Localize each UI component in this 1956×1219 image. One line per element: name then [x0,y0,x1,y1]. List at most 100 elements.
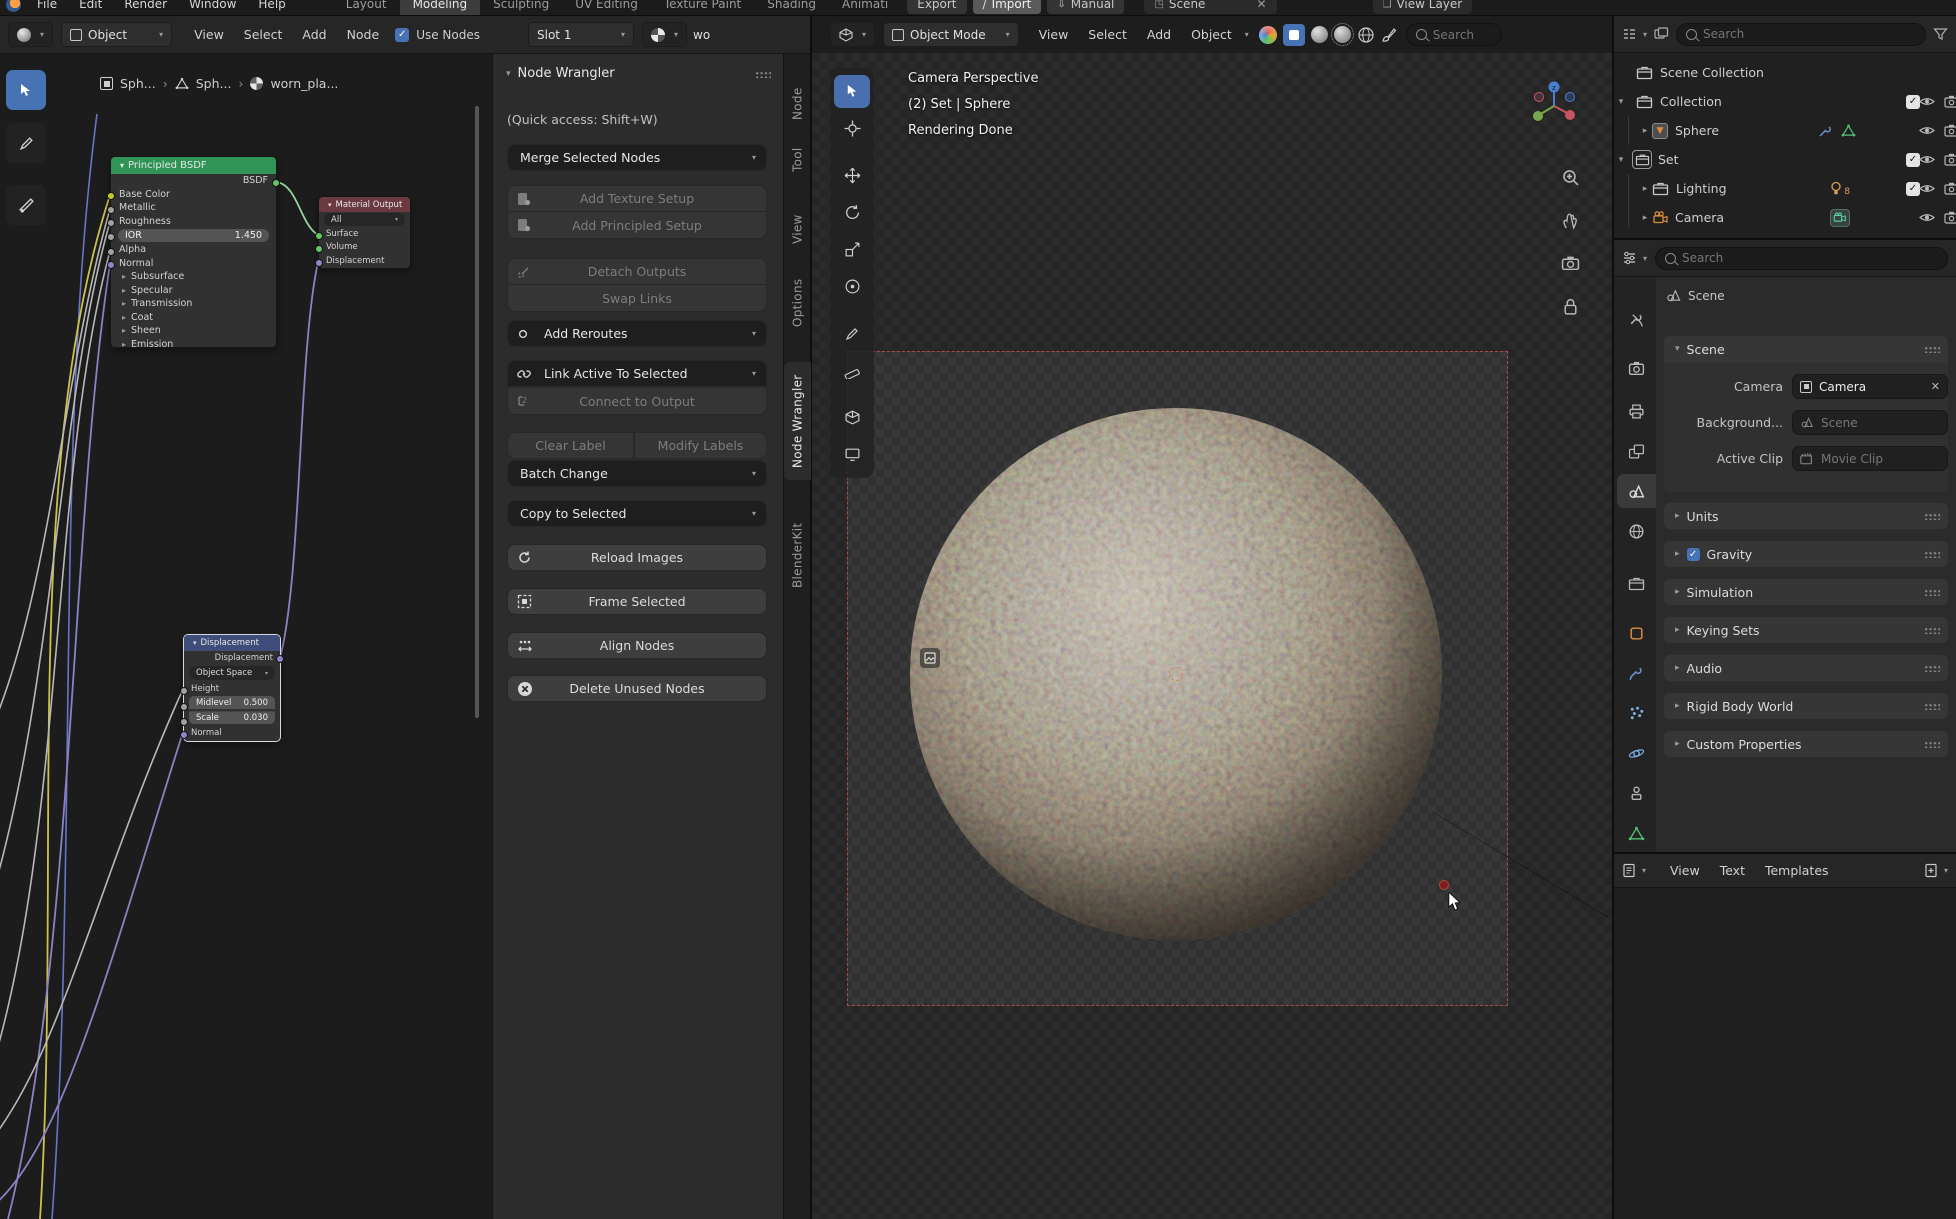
viewport-search[interactable] [1406,23,1502,46]
tab-node-wrangler[interactable]: Node Wrangler [784,362,811,480]
filter-icon[interactable] [1933,27,1948,41]
copy-to-selected-dropdown[interactable]: Copy to Selected▾ [507,500,767,527]
properties-search-input[interactable] [1682,251,1832,265]
menu-edit[interactable]: Edit [68,0,113,11]
tab-modifiers[interactable] [1617,656,1656,690]
socket-base-color[interactable] [107,192,115,200]
tab-particles[interactable] [1617,696,1656,730]
tab-view[interactable]: View [784,206,811,252]
tab-world[interactable] [1617,514,1656,548]
workspace-animation[interactable]: Animati [829,0,901,15]
midlevel-field[interactable]: Midlevel0.500 [189,696,275,709]
hide-eye-icon[interactable] [1919,124,1935,137]
socket-disp-normal[interactable] [180,731,188,739]
panel-specular[interactable]: ▸Specular [111,284,276,298]
panel-subsurface[interactable]: ▸Subsurface [111,270,276,284]
panel-rigid-body-world[interactable]: ▸Rigid Body World [1664,693,1948,719]
delete-unused-nodes-button[interactable]: Delete Unused Nodes [507,675,767,702]
tool-cursor[interactable] [834,112,870,145]
outliner-row-scene-collection[interactable]: Scene Collection [1614,58,1956,87]
image-marker-icon[interactable] [920,648,940,668]
tool-add-cube[interactable] [834,401,870,434]
background-field[interactable]: Scene [1792,410,1948,435]
gravity-checkbox[interactable]: ✓ [1687,548,1700,561]
panel-keying-sets[interactable]: ▸Keying Sets [1664,617,1948,643]
tool-annotate[interactable] [834,317,870,350]
panel-grip[interactable] [1923,345,1940,353]
tool-move[interactable] [834,159,870,192]
add-principled-setup-button[interactable]: Add Principled Setup [507,212,767,239]
panel-audio[interactable]: ▸Audio [1664,655,1948,681]
export-button[interactable]: Export [907,0,966,14]
shading-solid-toggle[interactable] [1283,24,1305,46]
tab-constraints[interactable] [1617,776,1656,810]
mode-dropdown[interactable]: Object Mode ▾ [883,22,1019,47]
socket-scale[interactable] [180,718,188,726]
menu-add[interactable]: Add [292,27,336,42]
active-clip-field[interactable]: Movie Clip [1792,446,1948,471]
add-texture-setup-button[interactable]: Add Texture Setup [507,185,767,212]
socket-roughness[interactable] [107,219,115,227]
outliner-row-sphere[interactable]: ▸ ▼ Sphere [1614,116,1956,145]
tab-collection[interactable] [1617,566,1656,600]
editor-type-viewport-button[interactable]: ▾ [830,22,875,47]
camera-field[interactable]: Camera ✕ [1792,374,1948,399]
workspace-uv-editing[interactable]: UV Editing [562,0,651,15]
editor-type-shader-button[interactable]: ▾ [8,22,53,47]
tool-links-cut[interactable] [6,185,46,225]
expand-icon[interactable]: ▾ [1614,97,1628,107]
camera-view-icon[interactable] [1561,254,1580,273]
render-camera-icon[interactable] [1944,211,1956,224]
new-text-button[interactable]: ▾ [1924,863,1948,878]
panel-sheen[interactable]: ▸Sheen [111,324,276,338]
menu-help[interactable]: Help [247,0,296,11]
outliner-row-set[interactable]: ▾ Set ✓ [1614,145,1956,174]
tool-annotate[interactable] [6,123,46,163]
browse-material-button[interactable]: ▾ [642,22,687,47]
exclude-checkbox[interactable]: ✓ [1906,95,1920,109]
workspace-shading[interactable]: Shading [754,0,829,15]
tab-node[interactable]: Node [784,75,811,133]
tab-view-layer[interactable] [1617,434,1656,468]
exclude-checkbox[interactable]: ✓ [1906,182,1920,196]
socket-surface[interactable] [315,232,323,240]
socket-metallic[interactable] [107,206,115,214]
ted-menu-text[interactable]: Text [1710,863,1755,878]
output-target-dropdown[interactable]: All▾ [324,213,405,226]
tab-tool[interactable] [1617,303,1656,337]
outliner-row-collection[interactable]: ▾ Collection ✓ [1614,87,1956,116]
link-active-to-selected-dropdown[interactable]: Link Active To Selected▾ [507,360,767,387]
menu-render[interactable]: Render [113,0,178,11]
socket-midlevel[interactable] [180,703,188,711]
expand-icon[interactable]: ▾ [1614,155,1628,165]
panel-title[interactable]: Node Wrangler [518,66,615,81]
socket-ior[interactable] [107,233,115,241]
node-principled-bsdf[interactable]: ▾Principled BSDF BSDF Base Color Metalli… [110,156,277,348]
tab-output[interactable] [1617,394,1656,428]
socket-displacement-in[interactable] [315,259,323,267]
add-reroutes-dropdown[interactable]: Add Reroutes▾ [507,320,767,347]
hide-eye-icon[interactable] [1919,182,1935,195]
socket-volume[interactable] [315,245,323,253]
manual-button[interactable]: ⇩Manual [1047,0,1124,14]
socket-height[interactable] [180,687,188,695]
exclude-checkbox[interactable]: ✓ [1906,153,1920,167]
tab-physics[interactable] [1617,736,1656,770]
shading-material-icon[interactable] [1334,26,1351,43]
align-nodes-button[interactable]: Align Nodes [507,632,767,659]
clear-icon[interactable]: ✕ [1931,380,1940,393]
navigation-gizmo[interactable]: z [1526,78,1582,134]
render-camera-icon[interactable] [1944,182,1956,195]
shading-solid-icon[interactable] [1311,26,1328,43]
reload-images-button[interactable]: Reload Images [507,544,767,571]
tool-extra[interactable] [834,438,870,471]
render-camera-icon[interactable] [1944,124,1956,137]
slot-dropdown[interactable]: Slot 1▾ [528,22,634,47]
workspace-layout[interactable]: Layout [333,0,400,15]
tab-scene[interactable] [1617,474,1656,508]
ior-field[interactable]: IOR1.450 [118,229,269,242]
swap-links-button[interactable]: Swap Links [507,285,767,312]
object-origin[interactable] [1169,667,1183,681]
tab-options[interactable]: Options [784,268,811,338]
ted-menu-view[interactable]: View [1660,863,1710,878]
